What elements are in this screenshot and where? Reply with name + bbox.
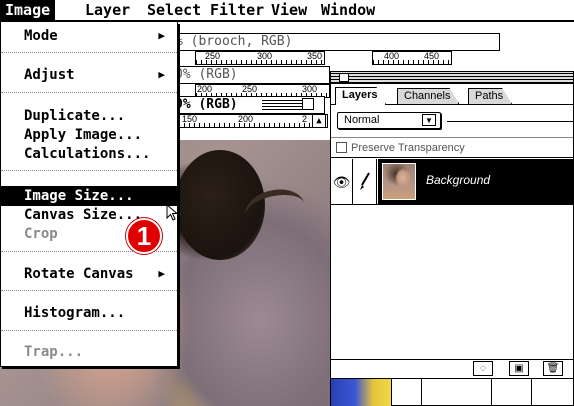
- menu-item-image-size[interactable]: Image Size...: [1, 186, 177, 206]
- menu-item-adjust[interactable]: Adjust ▶: [1, 65, 177, 85]
- submenu-arrow-icon: ▶: [158, 29, 165, 42]
- tab-paths[interactable]: Paths: [468, 88, 512, 104]
- menu-separator: [1, 290, 177, 291]
- divider: [491, 379, 492, 406]
- blend-mode-row: Normal ▼: [331, 106, 573, 138]
- preserve-transparency-checkbox[interactable]: [336, 142, 347, 153]
- menu-item-calculations[interactable]: Calculations...: [1, 144, 177, 164]
- close-box-icon[interactable]: [339, 73, 349, 82]
- menu-layer[interactable]: Layer: [80, 0, 135, 20]
- palette-bottom-bar: ◌ ▣ 🗑: [331, 359, 573, 377]
- ruler-window-3: 150 200 2: [178, 114, 328, 128]
- blend-mode-value: Normal: [344, 114, 380, 126]
- menu-separator: [1, 170, 177, 171]
- canvas-below-palette: [331, 378, 573, 406]
- submenu-arrow-icon: ▶: [158, 267, 165, 280]
- ruler-window-1: 250 300 350: [195, 51, 325, 65]
- layer-thumbnail: [382, 163, 416, 200]
- palette-title-bar[interactable]: [331, 72, 573, 84]
- menu-item-rotate-canvas[interactable]: Rotate Canvas ▶: [1, 264, 177, 284]
- zoom-box[interactable]: [302, 98, 314, 110]
- divider: [531, 379, 532, 406]
- eye-icon[interactable]: 👁: [331, 159, 353, 205]
- layer-row-background[interactable]: 👁 Background: [331, 159, 573, 205]
- menu-item-label: Adjust: [24, 67, 75, 83]
- menu-image[interactable]: Image: [0, 0, 56, 20]
- menu-item-label: Rotate Canvas: [24, 266, 134, 282]
- ruler-tick-label: 250: [204, 51, 222, 61]
- ruler-tick-label: 350: [306, 51, 324, 61]
- palette-tabs: Layers Channels Paths: [331, 85, 573, 105]
- paintbrush-icon[interactable]: [353, 159, 377, 205]
- divider: [391, 379, 392, 406]
- ruler-tick-label: 300: [256, 51, 274, 61]
- canvas-image-fragment: [331, 379, 391, 406]
- menu-separator: [1, 92, 177, 93]
- menu-item-trap: Trap...: [24, 344, 84, 360]
- blend-mode-select[interactable]: Normal ▼: [337, 112, 441, 129]
- layer-list: 👁 Background: [331, 159, 573, 359]
- menu-window[interactable]: Window: [316, 0, 380, 20]
- ruler-tick-label: 250: [241, 84, 259, 94]
- ruler-tick-label: 300: [301, 84, 319, 94]
- mouse-pointer-icon: [166, 204, 179, 221]
- trash-icon[interactable]: 🗑: [543, 361, 563, 376]
- menu-filter[interactable]: Filter: [205, 0, 269, 20]
- ruler-tick-label: 150: [181, 114, 199, 124]
- menu-item-duplicate[interactable]: Duplicate...: [1, 106, 177, 126]
- menu-item-label: Mode: [24, 28, 58, 44]
- menu-view[interactable]: View: [266, 0, 312, 20]
- preserve-transparency-row: Preserve Transparency: [331, 138, 573, 158]
- layer-selected-area[interactable]: Background: [378, 159, 573, 205]
- menu-separator: [1, 330, 177, 331]
- preserve-transparency-label: Preserve Transparency: [351, 142, 465, 154]
- new-layer-button[interactable]: ▣: [509, 361, 529, 376]
- menu-item-histogram[interactable]: Histogram...: [1, 303, 177, 323]
- opacity-slider-track[interactable]: [447, 121, 573, 122]
- window-title-rgb-2[interactable]: 0% (RGB): [170, 66, 330, 84]
- menu-item-apply-image[interactable]: Apply Image...: [1, 125, 177, 145]
- ruler-tick-label: 450: [423, 51, 441, 61]
- image-menu: Mode ▶ Adjust ▶ Duplicate... Apply Image…: [0, 22, 178, 367]
- divider: [421, 379, 422, 406]
- ruler-window-1b: 400 450: [372, 51, 452, 65]
- submenu-arrow-icon: ▶: [158, 68, 165, 81]
- ruler-tick-label: 200: [196, 84, 214, 94]
- scroll-up-arrow-icon[interactable]: ▲: [312, 114, 326, 128]
- ruler-tick-label: 200: [237, 114, 255, 124]
- step-number-badge: 1: [126, 218, 162, 254]
- layer-name: Background: [426, 173, 491, 187]
- menu-bar: Image Layer Select Filter View Window: [0, 0, 574, 22]
- tab-channels[interactable]: Channels: [397, 88, 459, 104]
- chevron-down-icon: ▼: [422, 114, 436, 126]
- menu-item-mode[interactable]: Mode ▶: [1, 26, 177, 46]
- title-bar-stripes: [262, 100, 302, 110]
- layers-palette: Layers Channels Paths Normal ▼ Preserve …: [330, 71, 574, 406]
- ruler-tick-label: 400: [383, 51, 401, 61]
- layer-mask-button[interactable]: ◌: [473, 361, 493, 376]
- ruler-tick-label: 2: [301, 114, 309, 124]
- menu-select[interactable]: Select: [142, 0, 206, 20]
- window-title-brooch[interactable]: % (brooch, RGB): [170, 33, 500, 51]
- menu-separator: [1, 52, 177, 53]
- tab-layers[interactable]: Layers: [335, 87, 386, 105]
